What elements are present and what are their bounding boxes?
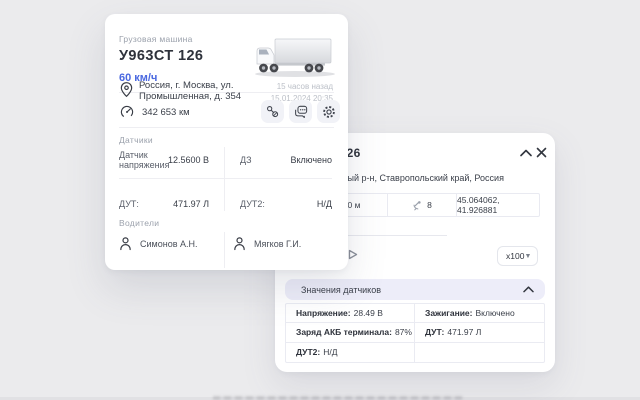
odometer-icon [119, 105, 135, 119]
route-icon [266, 105, 279, 118]
sensor-values-title: Значения датчиков [301, 285, 381, 295]
vehicle-address: Россия, г. Москва, ул. Промышленная, д. … [139, 80, 259, 102]
sensor-label-dz: ДЗ [240, 155, 252, 165]
vehicle-mileage: 342 653 км [142, 107, 190, 118]
divider [224, 232, 225, 268]
driver-name: Симонов А.Н. [140, 239, 197, 249]
settings-button[interactable] [317, 100, 340, 123]
drivers-section-title: Водители [119, 218, 159, 228]
location-pin-icon [119, 81, 134, 98]
divider [119, 127, 334, 128]
cell-value: 28.49 В [354, 308, 383, 318]
time-ago: 15 часов назад [271, 81, 333, 93]
table-cell: ДУТ: 471.97 Л [415, 323, 544, 342]
vehicle-summary-card: Грузовая машина У963СТ 126 60 км/ч [105, 14, 348, 270]
sensor-values-table: Напряжение: 28.49 В Зажигание: Включено … [285, 303, 545, 363]
cell-value: Н/Д [323, 347, 337, 357]
messages-button[interactable] [289, 100, 312, 123]
playback-speed-select[interactable]: x100 ▼ [497, 246, 538, 266]
sensor-value-dz: Включено [262, 155, 332, 165]
address-line-2: Промышленная, д. 354 [139, 91, 259, 102]
section-chevron-up-icon [523, 286, 534, 293]
vehicle-plate: У963СТ 126 [119, 48, 203, 64]
cell-value: 471.97 Л [447, 327, 481, 337]
driver-item[interactable]: Мягков Г.И. [233, 236, 301, 251]
table-cell: Напряжение: 28.49 В [286, 304, 415, 323]
play-icon[interactable] [348, 249, 358, 260]
vehicle-type-label: Грузовая машина [119, 34, 193, 44]
satellites-cell: 8 [388, 194, 457, 216]
chat-icon [294, 105, 308, 118]
cell-label: ДУТ2: [296, 347, 320, 357]
gear-icon [322, 105, 336, 119]
collapse-chevron-up-icon[interactable] [520, 149, 532, 157]
cell-value: 87% [395, 327, 412, 337]
satellite-icon [412, 200, 423, 211]
table-cell: ДУТ2: Н/Д [286, 343, 415, 362]
person-icon [119, 236, 132, 251]
divider [119, 178, 332, 179]
driver-name: Мягков Г.И. [254, 239, 301, 249]
cell-label: Заряд АКБ терминала: [296, 327, 392, 337]
sensor-value-dut: 471.97 Л [153, 199, 209, 209]
satellites-count: 8 [427, 200, 432, 210]
person-icon [233, 236, 246, 251]
sensor-value-dut2: Н/Д [262, 199, 332, 209]
driver-item[interactable]: Симонов А.Н. [119, 236, 197, 251]
cell-label: Напряжение: [296, 308, 351, 318]
close-icon[interactable] [536, 147, 547, 158]
coordinates-value: 45.064062, 41.926881 [457, 194, 539, 216]
sensors-section-title: Датчики [119, 135, 153, 145]
table-cell-empty [415, 343, 544, 362]
cell-value: Включено [476, 308, 515, 318]
table-cell: Зажигание: Включено [415, 304, 544, 323]
cell-label: Зажигание: [425, 308, 473, 318]
cell-label: ДУТ: [425, 327, 444, 337]
sensor-label-dut: ДУТ: [119, 199, 139, 209]
playback-speed-value: x100 [506, 251, 524, 261]
address-line-1: Россия, г. Москва, ул. [139, 80, 259, 91]
route-button[interactable] [261, 100, 284, 123]
blurred-map-attribution [213, 396, 463, 400]
sensor-values-section-header[interactable]: Значения датчиков [285, 279, 545, 300]
sensor-value-voltage: 12.5600 В [153, 155, 209, 165]
truck-image [249, 34, 337, 78]
chevron-down-icon: ▼ [524, 253, 531, 260]
divider [224, 147, 225, 211]
table-cell: Заряд АКБ терминала: 87% [286, 323, 415, 342]
